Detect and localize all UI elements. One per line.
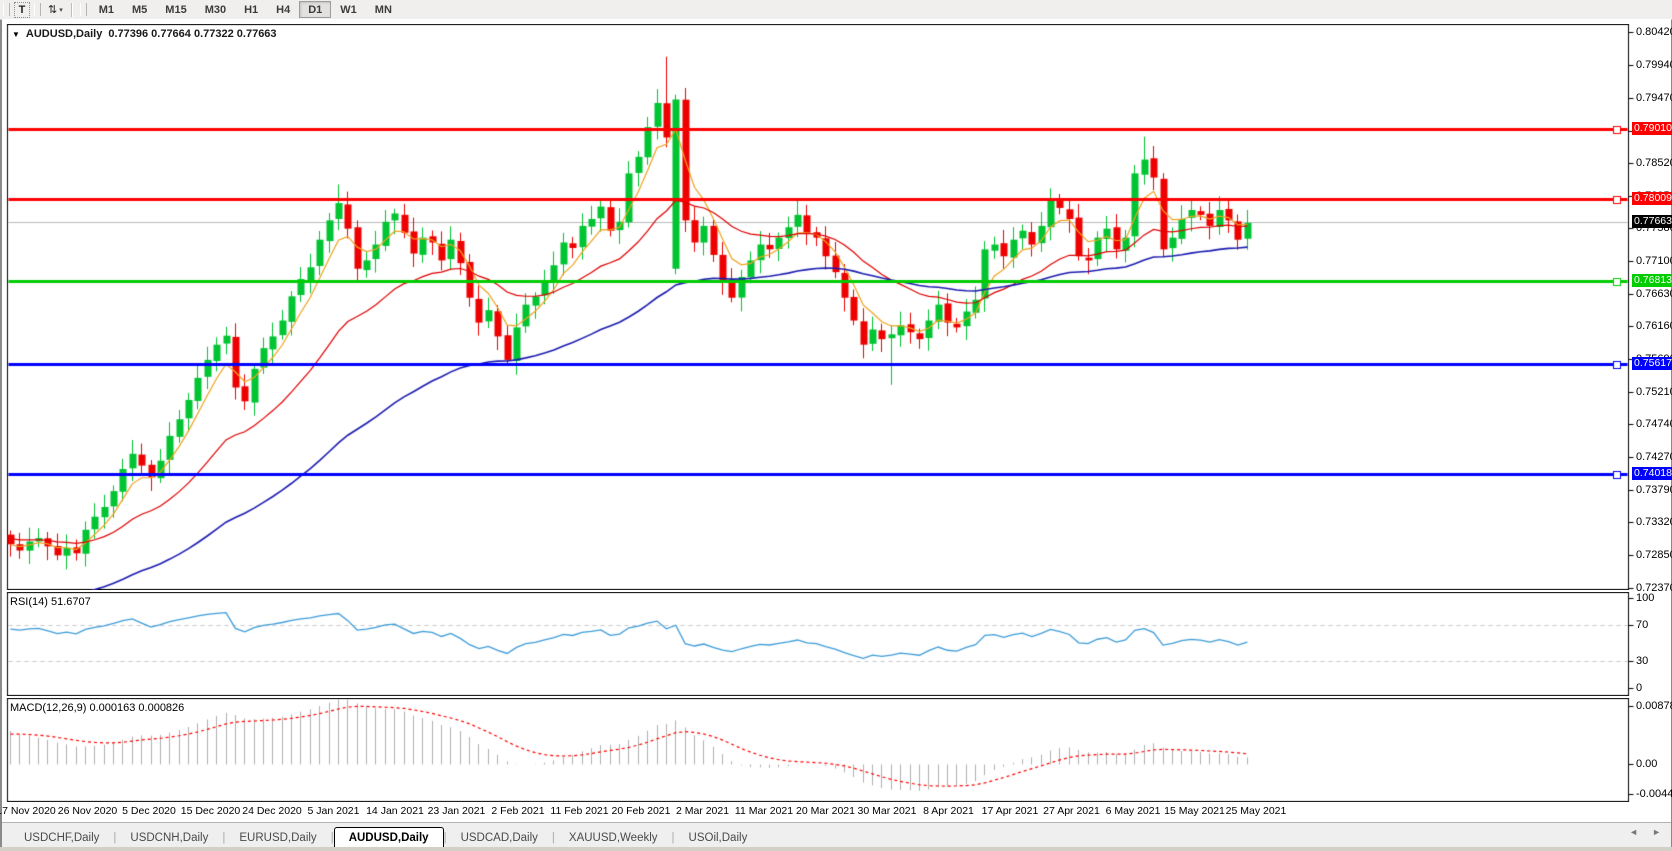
axis-tick-label: 70 <box>1636 619 1649 631</box>
axis-tick-label: 0.79470 <box>1636 91 1672 104</box>
date-tick-label: 20 Mar 2021 <box>796 805 855 817</box>
macd-indicator-canvas[interactable] <box>2 698 1668 802</box>
chart-window: ▼ AUDUSD,Daily 0.77396 0.77664 0.77322 0… <box>0 19 1672 850</box>
date-tick-label: 17 Apr 2021 <box>981 805 1039 817</box>
axis-tick-label: 0.74270 <box>1636 450 1672 463</box>
tab-scroll-arrows: ◄ ► <box>1629 827 1661 837</box>
cursor-tool-icon: ⇅ <box>48 4 58 16</box>
date-tick-label: 15 Dec 2020 <box>180 805 241 817</box>
timeframe-button-w1[interactable]: W1 <box>331 1 366 18</box>
date-tick-label: 8 Apr 2021 <box>923 805 974 817</box>
text-tool-button[interactable]: T <box>14 1 30 18</box>
rsi-indicator-canvas[interactable] <box>2 592 1668 696</box>
chart-tab-usdchf[interactable]: USDCHF,Daily <box>10 828 113 849</box>
date-tick-label: 5 Jan 2021 <box>307 805 360 817</box>
timeframe-button-h4[interactable]: H4 <box>267 1 299 18</box>
axis-tick-label: 0.79940 <box>1636 59 1672 72</box>
chevron-down-icon: ▾ <box>59 6 63 14</box>
chart-tab-eurusd[interactable]: EURUSD,Daily <box>225 828 330 849</box>
cursor-tool-button[interactable]: ⇅ ▾ <box>45 2 66 18</box>
axis-tick-label: -0.004451 <box>1636 788 1672 800</box>
date-tick-label: 14 Jan 2021 <box>366 805 424 817</box>
date-tick-label: 25 May 2021 <box>1225 805 1287 817</box>
trading-platform-window: T ⇅ ▾ M1 M5 M15 M30 H1 H4 D1 W1 MN ▼ AUDUSD,Dail… <box>0 0 1672 851</box>
chart-tab-usoil[interactable]: USOil,Daily <box>675 828 762 849</box>
toolbar-grip <box>34 3 41 16</box>
chart-tab-usdcad[interactable]: USDCAD,Daily <box>447 828 552 849</box>
axis-tick-label: 0.75210 <box>1636 385 1672 398</box>
price-chart-canvas[interactable] <box>2 24 1668 590</box>
rsi-label: RSI(14) 51.6707 <box>10 596 91 608</box>
timeframe-group: M1 M5 M15 M30 H1 H4 D1 W1 MN <box>90 1 401 18</box>
symbol-period-label: AUDUSD,Daily <box>25 28 103 40</box>
date-tick-label: 20 Feb 2021 <box>611 805 671 817</box>
chart-title: ▼ AUDUSD,Daily 0.77396 0.77664 0.77322 0… <box>12 28 277 40</box>
date-tick-label: 11 Mar 2021 <box>734 805 794 817</box>
top-toolbar: T ⇅ ▾ M1 M5 M15 M30 H1 H4 D1 W1 MN <box>0 0 1672 20</box>
timeframe-button-d1[interactable]: D1 <box>299 1 332 18</box>
axis-tick-label: 0.76630 <box>1636 287 1672 300</box>
chart-menu-icon[interactable]: ▼ <box>12 30 20 39</box>
timeframe-button-m1[interactable]: M1 <box>90 1 123 18</box>
axis-tick-label: 0.74740 <box>1636 418 1672 431</box>
chart-tab-xauusd[interactable]: XAUUSD,Weekly <box>555 828 672 849</box>
chart-tab-bar: USDCHF,Daily | USDCNH,Daily | EURUSD,Daily | A… <box>2 822 1671 850</box>
ohlc-values: 0.77396 0.77664 0.77322 0.77663 <box>108 28 277 40</box>
axis-tick-label: 0.78520 <box>1636 157 1672 170</box>
date-tick-label: 17 Nov 2020 <box>0 805 56 817</box>
toolbar-separator <box>70 2 73 17</box>
toolbar-grip <box>3 3 10 16</box>
axis-tick-label: 100 <box>1636 592 1655 604</box>
axis-tick-label: 0.00 <box>1636 758 1658 771</box>
axis-tick-label: 0.72850 <box>1636 548 1672 561</box>
axis-tick-label: 0.73790 <box>1636 483 1672 496</box>
date-tick-label: 2 Mar 2021 <box>675 805 730 817</box>
scroll-left-icon[interactable]: ◄ <box>1629 827 1638 837</box>
date-tick-label: 24 Dec 2020 <box>242 805 302 817</box>
date-tick-label: 27 Apr 2021 <box>1043 805 1100 817</box>
date-tick-label: 6 May 2021 <box>1105 805 1161 817</box>
chart-tab-usdcnh[interactable]: USDCNH,Daily <box>116 828 222 849</box>
axis-tick-label: 0.76160 <box>1636 320 1672 333</box>
timeframe-button-h1[interactable]: H1 <box>235 1 267 18</box>
date-tick-label: 23 Jan 2021 <box>427 805 486 817</box>
price-level-badge: 0.76813 <box>1632 274 1672 288</box>
timeframe-button-m5[interactable]: M5 <box>123 1 156 18</box>
timeframe-button-m15[interactable]: M15 <box>156 1 195 18</box>
axis-tick-label: 0.77100 <box>1636 255 1672 268</box>
scroll-right-icon[interactable]: ► <box>1652 827 1661 837</box>
price-level-badge: 0.74018 <box>1632 467 1672 481</box>
date-tick-label: 11 Feb 2021 <box>550 805 609 817</box>
current-price-badge: 0.77663 <box>1632 215 1672 229</box>
axis-tick-label: 30 <box>1636 655 1649 667</box>
timeframe-button-m30[interactable]: M30 <box>196 1 235 18</box>
window-bottom-edge <box>0 847 1672 851</box>
macd-label: MACD(12,26,9) 0.000163 0.000826 <box>10 702 185 714</box>
timeframe-button-mn[interactable]: MN <box>366 1 401 18</box>
date-tick-label: 5 Dec 2020 <box>122 805 176 817</box>
date-tick-label: 30 Mar 2021 <box>857 805 917 817</box>
price-level-badge: 0.79010 <box>1632 122 1672 136</box>
axis-tick-label: 0.73320 <box>1636 516 1672 529</box>
date-tick-label: 26 Nov 2020 <box>57 805 118 817</box>
price-level-badge: 0.78009 <box>1632 191 1672 205</box>
axis-tick-label: 0 <box>1636 682 1643 694</box>
axis-tick-label: 0.80420 <box>1636 26 1672 38</box>
toolbar-grip <box>79 3 87 16</box>
date-tick-label: 15 May 2021 <box>1164 805 1225 817</box>
date-tick-label: 2 Feb 2021 <box>491 805 545 817</box>
axis-tick-label: 0.008782 <box>1636 700 1672 712</box>
price-level-badge: 0.75617 <box>1632 356 1672 370</box>
